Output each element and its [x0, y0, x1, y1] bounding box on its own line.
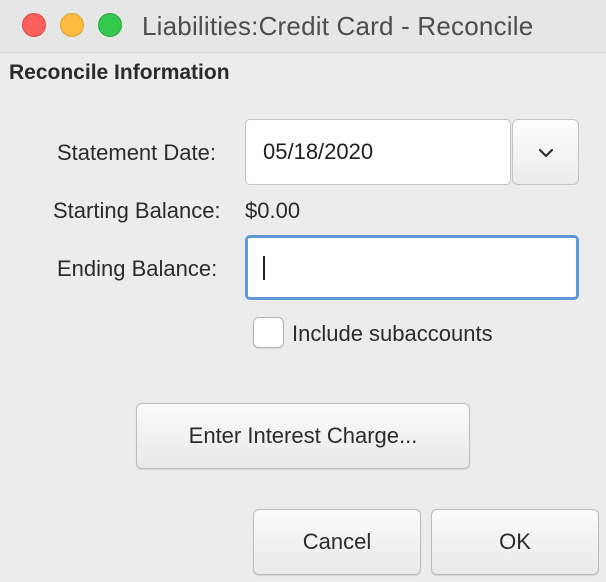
window-titlebar: Liabilities:Credit Card - Reconcile [0, 0, 606, 53]
enter-interest-charge-button[interactable]: Enter Interest Charge... [136, 403, 470, 469]
statement-date-value: 05/18/2020 [263, 139, 374, 164]
cancel-button[interactable]: Cancel [253, 509, 421, 575]
ending-balance-input[interactable] [245, 235, 579, 300]
starting-balance-value: $0.00 [245, 198, 301, 223]
date-dropdown-button[interactable] [512, 119, 579, 185]
chevron-down-icon [538, 148, 554, 158]
section-heading: Reconcile Information [9, 61, 230, 84]
statement-date-label: Statement Date: [57, 140, 216, 165]
window-title: Liabilities:Credit Card - Reconcile [142, 11, 534, 41]
statement-date-field[interactable]: 05/18/2020 [245, 119, 511, 185]
minimize-window-icon[interactable] [60, 13, 84, 37]
include-subaccounts-checkbox[interactable] [253, 317, 284, 348]
maximize-window-icon[interactable] [98, 13, 122, 37]
ok-button[interactable]: OK [431, 509, 599, 575]
starting-balance-label: Starting Balance: [53, 198, 221, 223]
text-cursor [263, 256, 265, 280]
close-window-icon[interactable] [22, 13, 46, 37]
include-subaccounts-label[interactable]: Include subaccounts [292, 321, 493, 347]
ending-balance-label: Ending Balance: [57, 256, 218, 281]
